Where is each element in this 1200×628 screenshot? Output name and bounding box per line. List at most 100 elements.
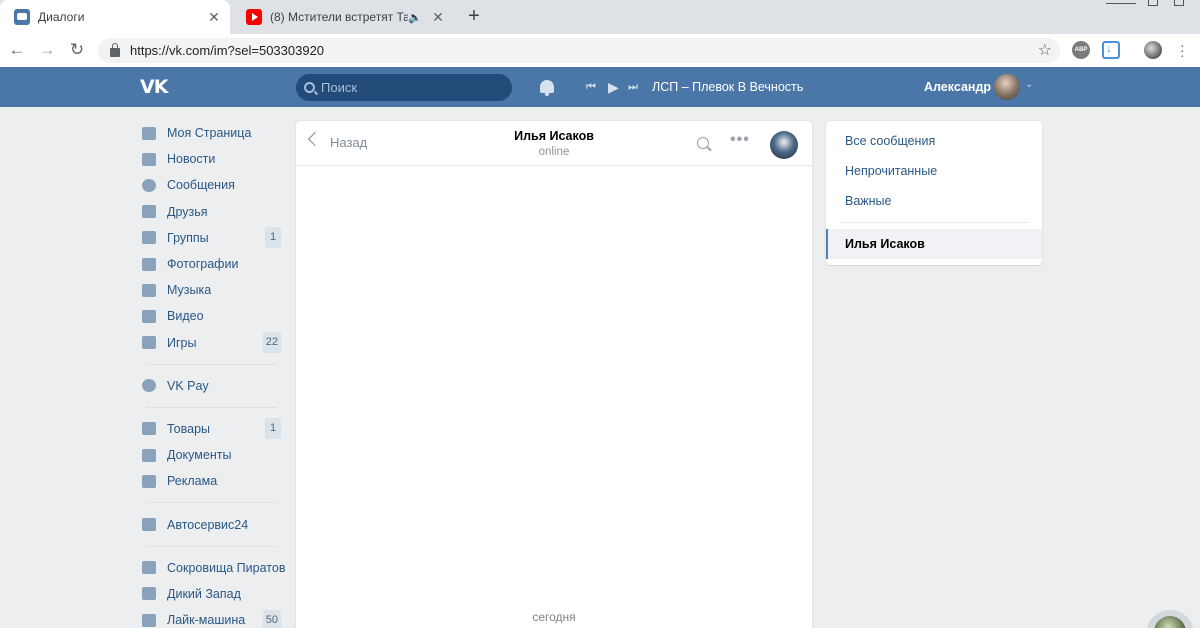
menu-item-label: Друзья — [167, 204, 208, 219]
tab-dialogs[interactable]: Диалоги ✕ — [0, 0, 230, 34]
menu-item-ads[interactable]: Реклама — [136, 468, 286, 494]
menu-divider — [146, 502, 277, 504]
reload-icon[interactable]: ↻ — [66, 39, 88, 61]
menu-item-friends[interactable]: Друзья — [136, 199, 286, 225]
menu-item-my-page[interactable]: Моя Страница — [136, 120, 286, 146]
chevron-down-icon[interactable]: ⌄ — [1025, 79, 1033, 90]
menu-item-games[interactable]: Игры 22 — [136, 330, 286, 356]
chat-panel: Назад Илья Исаков online ••• сегодня — [296, 121, 812, 628]
back-arrow-icon[interactable]: ← — [6, 39, 28, 61]
bookmark-star-icon[interactable]: ☆ — [1038, 40, 1052, 60]
menu-divider — [146, 406, 277, 408]
window-maximize-button[interactable] — [1148, 0, 1158, 6]
music-icon — [142, 283, 156, 297]
friends-icon — [142, 205, 156, 219]
profile-avatar[interactable] — [1144, 41, 1162, 59]
url-text[interactable]: https://vk.com/im?sel=503303920 — [130, 43, 324, 58]
filter-unread[interactable]: Непрочитанные — [845, 164, 937, 178]
video-icon — [142, 309, 156, 323]
lock-icon[interactable] — [110, 43, 120, 57]
menu-item-groups[interactable]: Группы 1 — [136, 225, 286, 251]
adblock-extension-icon[interactable]: ABP — [1072, 41, 1090, 59]
filter-selected-label: Илья Исаков — [845, 237, 925, 251]
bag-icon — [142, 422, 156, 436]
notifications-bell-icon[interactable] — [540, 80, 554, 96]
menu-item-news[interactable]: Новости — [136, 146, 286, 172]
menu-item-label: Документы — [167, 448, 232, 463]
search-input[interactable]: Поиск — [296, 74, 512, 101]
filter-important[interactable]: Важные — [845, 194, 892, 208]
tab-youtube[interactable]: (8) Мстители встретят Тано 🔈 ✕ — [232, 0, 454, 34]
vk-favicon-icon — [14, 9, 30, 25]
window-minimize-button[interactable] — [1106, 0, 1136, 4]
search-placeholder: Поиск — [321, 80, 358, 95]
browser-tabstrip: Диалоги ✕ (8) Мстители встретят Тано 🔈 ✕… — [0, 0, 1200, 34]
vkpay-icon — [142, 379, 156, 393]
forward-arrow-icon[interactable]: → — [36, 39, 58, 61]
search-icon — [304, 82, 315, 93]
megaphone-icon — [142, 474, 156, 488]
user-avatar[interactable] — [994, 74, 1020, 100]
floating-chat-avatar[interactable] — [1146, 610, 1194, 628]
menu-item-label: Товары — [167, 421, 210, 436]
tab-title: (8) Мстители встретят Тано — [270, 10, 409, 24]
menu-item-label: Лайк-машина — [167, 613, 246, 628]
window-close-button[interactable] — [1174, 0, 1184, 6]
menu-item-label: VK Pay — [167, 378, 209, 393]
menu-item-wild-west[interactable]: Дикий Запад — [136, 581, 286, 607]
next-track-icon[interactable]: ⏭ — [628, 80, 638, 94]
messages-icon — [142, 178, 156, 192]
menu-item-label: Группы — [167, 230, 209, 245]
browser-toolbar: ← → ↻ https://vk.com/im?sel=503303920 ☆ … — [0, 34, 1200, 67]
menu-item-autoservice[interactable]: Автосервис24 — [136, 511, 286, 537]
flask-icon — [142, 561, 156, 575]
peer-avatar[interactable] — [770, 131, 798, 159]
menu-item-label: Музыка — [167, 283, 212, 298]
menu-item-like-machine[interactable]: Лайк-машина 50 — [136, 607, 286, 628]
chat-header: Назад Илья Исаков online ••• — [296, 121, 812, 166]
menu-item-goods[interactable]: Товары 1 — [136, 416, 286, 442]
message-filters-panel: Все сообщения Непрочитанные Важные Илья … — [826, 121, 1042, 265]
community-icon — [142, 518, 156, 532]
rocket-icon — [142, 587, 156, 601]
filter-selected-dialog[interactable]: Илья Исаков — [826, 229, 1042, 259]
new-tab-button[interactable]: + — [462, 6, 486, 28]
vk-logo[interactable]: VK — [140, 76, 176, 98]
menu-item-music[interactable]: Музыка — [136, 277, 286, 303]
speaker-icon[interactable]: 🔈 — [408, 11, 422, 24]
counter-badge: 1 — [265, 418, 281, 440]
tab-close-icon[interactable]: ✕ — [204, 9, 224, 26]
previous-track-icon[interactable]: ⏮ — [586, 80, 596, 94]
more-options-icon[interactable]: ••• — [730, 132, 750, 148]
filter-divider — [840, 222, 1028, 223]
user-name[interactable]: Александр — [924, 80, 991, 94]
address-bar[interactable]: https://vk.com/im?sel=503303920 ☆ — [98, 38, 1060, 63]
menu-item-label: Моя Страница — [167, 126, 252, 141]
counter-badge: 22 — [262, 332, 281, 354]
download-extension-icon[interactable] — [1102, 41, 1120, 59]
menu-item-pirates[interactable]: Сокровища Пиратов — [136, 555, 286, 581]
groups-icon — [142, 231, 156, 245]
play-icon[interactable]: ▶ — [608, 80, 619, 94]
menu-item-vkpay[interactable]: VK Pay — [136, 373, 286, 399]
search-icon[interactable] — [697, 137, 709, 149]
menu-item-label: Фотографии — [167, 257, 239, 272]
menu-item-label: Игры — [167, 335, 197, 350]
games-icon — [142, 336, 156, 350]
now-playing-track[interactable]: ЛСП – Плевок В Вечность — [652, 80, 803, 94]
filter-all-messages[interactable]: Все сообщения — [845, 134, 935, 148]
menu-item-label: Реклама — [167, 474, 218, 489]
menu-divider — [146, 363, 277, 365]
news-icon — [142, 152, 156, 166]
menu-item-label: Сообщения — [167, 178, 235, 193]
browser-menu-icon[interactable]: · · · — [1180, 38, 1185, 62]
tab-close-icon[interactable]: ✕ — [428, 9, 448, 26]
menu-item-video[interactable]: Видео — [136, 303, 286, 329]
menu-item-photos[interactable]: Фотографии — [136, 251, 286, 277]
menu-item-label: Новости — [167, 152, 216, 167]
date-separator: сегодня — [532, 610, 576, 624]
menu-item-documents[interactable]: Документы — [136, 442, 286, 468]
tab-title: Диалоги — [38, 10, 85, 24]
vk-header: VK Поиск ⏮ ▶ ⏭ ЛСП – Плевок В Вечность А… — [0, 67, 1200, 107]
menu-item-messages[interactable]: Сообщения — [136, 172, 286, 198]
